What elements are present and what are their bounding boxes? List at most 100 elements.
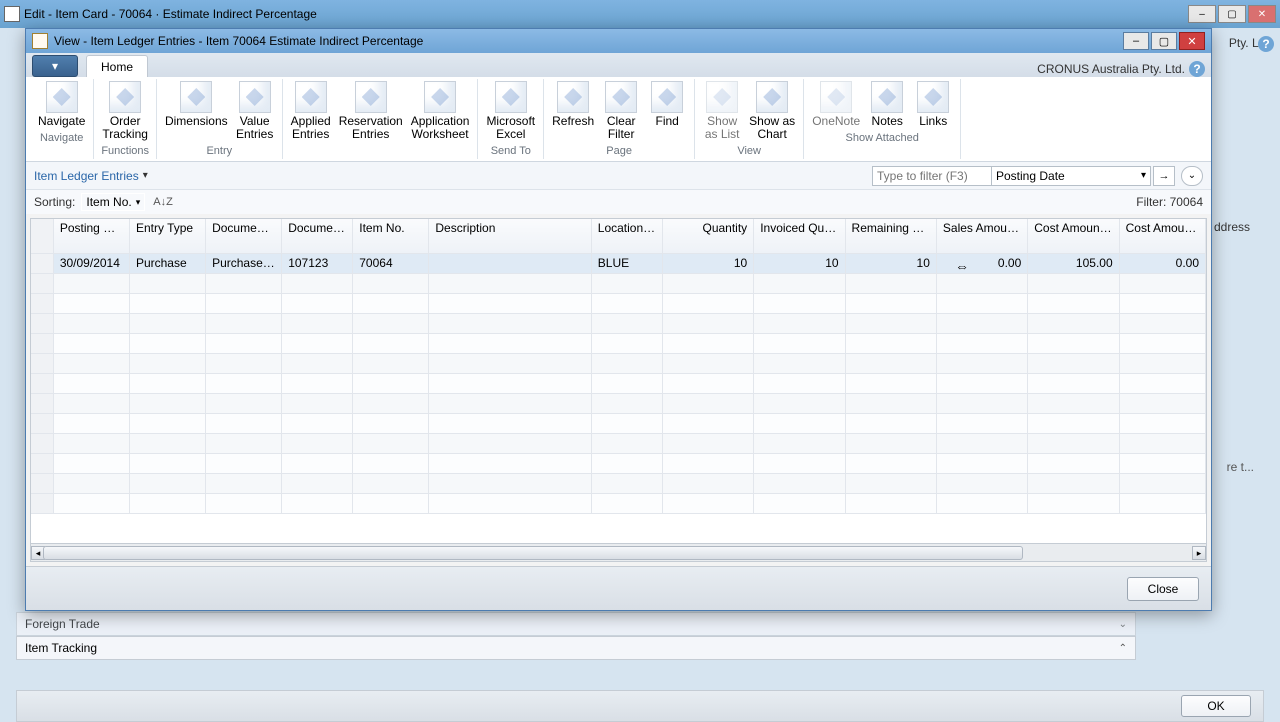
expand-icon[interactable]: ⌃ xyxy=(1119,643,1127,654)
modal-minimize-button[interactable]: – xyxy=(1123,32,1149,50)
show-as-list-button[interactable]: Show as List xyxy=(699,79,745,143)
col-inv-qty[interactable]: Invoiced Quantity xyxy=(754,219,845,253)
table-row[interactable] xyxy=(31,393,1206,413)
notes-icon xyxy=(871,81,903,113)
page-title-dropdown[interactable]: Item Ledger Entries ▾ xyxy=(34,169,148,183)
sort-ascending-icon[interactable]: A↓Z xyxy=(153,196,173,208)
col-cost-amt[interactable]: Cost Amount (Actual) xyxy=(1028,219,1119,253)
cell-cost[interactable]: 105.00 xyxy=(1028,253,1119,273)
outer-window-titlebar: Edit - Item Card - 70064 · Estimate Indi… xyxy=(0,0,1280,28)
cell-location[interactable]: BLUE xyxy=(591,253,662,273)
col-posting-date[interactable]: Posting Date xyxy=(53,219,129,253)
cell-rem-qty[interactable]: 10 xyxy=(845,253,936,273)
col-doc-type[interactable]: Document Type xyxy=(206,219,282,253)
table-row[interactable] xyxy=(31,293,1206,313)
table-row[interactable] xyxy=(31,413,1206,433)
cell-sales[interactable]: 0.00 xyxy=(936,253,1027,273)
table-row[interactable] xyxy=(31,433,1206,453)
cell-posting-date[interactable]: 30/09/2014 xyxy=(53,253,129,273)
table-row[interactable] xyxy=(31,453,1206,473)
chevron-down-icon: ▾ xyxy=(143,170,148,181)
reservation-entries-icon xyxy=(355,81,387,113)
value-entries-button[interactable]: Value Entries xyxy=(232,79,278,143)
dimensions-label: Dimensions xyxy=(165,115,228,128)
col-rem-qty[interactable]: Remaining Quantity xyxy=(845,219,936,253)
minimize-button[interactable]: – xyxy=(1188,5,1216,23)
filter-field-combo[interactable]: Posting Date ▾ xyxy=(991,166,1151,186)
filter-input[interactable] xyxy=(872,166,992,186)
table-row[interactable] xyxy=(31,473,1206,493)
notes-button[interactable]: Notes xyxy=(864,79,910,130)
apply-filter-button[interactable]: → xyxy=(1153,166,1175,186)
sorting-label: Sorting: xyxy=(34,195,75,209)
filter-field-value: Posting Date xyxy=(996,169,1065,183)
cell-description[interactable] xyxy=(429,253,591,273)
application-worksheet-button[interactable]: Application Worksheet xyxy=(407,79,474,143)
maximize-button[interactable]: ▢ xyxy=(1218,5,1246,23)
find-icon xyxy=(651,81,683,113)
outer-window-title: Edit - Item Card - 70064 · Estimate Indi… xyxy=(24,7,1188,21)
expand-filter-button[interactable]: ⌄ xyxy=(1181,166,1203,186)
dimensions-button[interactable]: Dimensions xyxy=(161,79,232,143)
col-entry-type[interactable]: Entry Type xyxy=(129,219,205,253)
cell-cost-ni[interactable]: 0.00 xyxy=(1119,253,1205,273)
applied-entries-button[interactable]: Applied Entries xyxy=(287,79,335,143)
cell-item-no[interactable]: 70064 xyxy=(353,253,429,273)
col-description[interactable]: Description xyxy=(429,219,591,253)
ok-button[interactable]: OK xyxy=(1181,695,1251,717)
refresh-button[interactable]: Refresh xyxy=(548,79,598,143)
filter-summary: Filter: 70064 xyxy=(1136,195,1203,209)
col-doc-no[interactable]: Document No. xyxy=(282,219,353,253)
close-button[interactable]: ✕ xyxy=(1248,5,1276,23)
reservation-entries-button[interactable]: Reservation Entries xyxy=(335,79,407,143)
table-row[interactable] xyxy=(31,353,1206,373)
cell-doc-type[interactable]: Purchase R... xyxy=(206,253,282,273)
links-button[interactable]: Links xyxy=(910,79,956,130)
order-tracking-button[interactable]: Order Tracking xyxy=(98,79,152,143)
scroll-right-button[interactable]: ▸ xyxy=(1192,546,1206,560)
close-modal-button[interactable]: Close xyxy=(1127,577,1199,601)
sort-bar: Sorting: Item No. ▾ A↓Z Filter: 70064 xyxy=(26,190,1211,214)
row-selector-header[interactable] xyxy=(31,219,53,253)
table-row[interactable] xyxy=(31,373,1206,393)
value-entries-label: Value Entries xyxy=(236,115,273,141)
modal-close-button[interactable]: ✕ xyxy=(1179,32,1205,50)
row-selector[interactable] xyxy=(31,253,53,273)
col-item-no[interactable]: Item No. xyxy=(353,219,429,253)
sorting-field-combo[interactable]: Item No. ▾ xyxy=(81,193,145,211)
col-cost-ni[interactable]: Cost Amount (Non-Invtbl.) xyxy=(1119,219,1205,253)
cell-quantity[interactable]: 10 xyxy=(662,253,753,273)
table-row[interactable] xyxy=(31,273,1206,293)
cell-inv-qty[interactable]: 10 xyxy=(754,253,845,273)
table-row[interactable]: 30/09/2014 Purchase Purchase R... 107123… xyxy=(31,253,1206,273)
expand-icon[interactable]: ⌄ xyxy=(1119,619,1127,630)
col-location[interactable]: Location Code xyxy=(591,219,662,253)
item-tracking-section[interactable]: Item Tracking ⌃ xyxy=(16,636,1136,660)
find-button[interactable]: Find xyxy=(644,79,690,143)
excel-label: Microsoft Excel xyxy=(486,115,535,141)
table-row[interactable] xyxy=(31,313,1206,333)
excel-button[interactable]: Microsoft Excel xyxy=(482,79,539,143)
clear-filter-button[interactable]: Clear Filter xyxy=(598,79,644,143)
col-sales-amt[interactable]: Sales Amount (Actual) xyxy=(936,219,1027,253)
group-sendto-label: Send To xyxy=(491,145,531,157)
modal-maximize-button[interactable]: ▢ xyxy=(1151,32,1177,50)
file-menu-button[interactable]: ▾ xyxy=(32,55,78,77)
col-quantity[interactable]: Quantity xyxy=(662,219,753,253)
cell-entry-type[interactable]: Purchase xyxy=(129,253,205,273)
ledger-grid[interactable]: Posting Date Entry Type Document Type Do… xyxy=(31,219,1206,514)
cell-doc-no[interactable]: 107123 xyxy=(282,253,353,273)
help-icon[interactable]: ? xyxy=(1189,61,1205,77)
applied-entries-icon xyxy=(295,81,327,113)
onenote-button[interactable]: OneNote xyxy=(808,79,864,130)
ribbon: ▾ Home CRONUS Australia Pty. Ltd. ? Navi… xyxy=(26,53,1211,162)
foreign-trade-section[interactable]: Foreign Trade ⌄ xyxy=(16,612,1136,636)
scrollbar-thumb[interactable] xyxy=(43,546,1023,560)
navigate-button[interactable]: Navigate xyxy=(34,79,89,130)
horizontal-scrollbar[interactable]: ◂ ▸ xyxy=(31,543,1206,561)
table-row[interactable] xyxy=(31,493,1206,513)
table-row[interactable] xyxy=(31,333,1206,353)
show-as-chart-button[interactable]: Show as Chart xyxy=(745,79,799,143)
help-icon[interactable]: ? xyxy=(1258,36,1274,52)
tab-home[interactable]: Home xyxy=(86,55,148,77)
